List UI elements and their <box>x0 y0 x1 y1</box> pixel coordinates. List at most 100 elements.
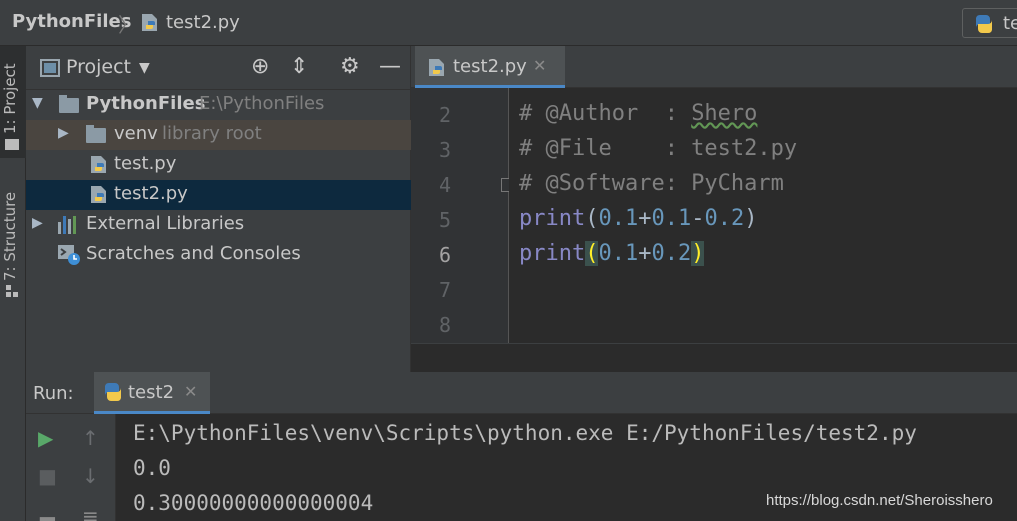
chevron-down-icon[interactable]: ▼ <box>139 60 150 76</box>
operator: + <box>638 206 652 231</box>
close-icon[interactable]: ✕ <box>184 382 197 401</box>
code-line-4: # @Software: PyCharm <box>519 171 784 196</box>
matched-paren: ( <box>585 241 599 266</box>
soft-wrap-icon[interactable]: ≡ <box>82 506 99 521</box>
python-file-icon <box>89 185 109 205</box>
code-line-5: print(0.1+0.1-0.2) <box>519 206 757 231</box>
paren: ) <box>744 206 758 231</box>
number-literal: 0.1 <box>651 206 692 231</box>
library-icon <box>58 216 80 234</box>
paren: ( <box>585 206 599 231</box>
project-view-selector[interactable]: Project <box>66 56 131 78</box>
structure-icon <box>6 285 18 297</box>
arrow-down-icon[interactable]: ↓ <box>82 466 99 486</box>
code-line-2: # @Author : Shero <box>519 101 757 126</box>
console-output-line: 0.30000000000000004 <box>133 491 374 515</box>
tree-item-label: PythonFiles <box>86 93 206 114</box>
locate-file-icon[interactable]: ⊕ <box>251 56 269 78</box>
line-number-gutter: 2 3 4 5 6 7 8 <box>411 88 515 343</box>
tree-item-test2-py[interactable]: test2.py <box>26 180 411 210</box>
tree-item-hint: library root <box>162 123 262 144</box>
project-panel: Project ▼ ⊕ ⇕ ⚙ — ▼ PythonFiles E:\Pytho… <box>26 46 411 372</box>
collapsed-arrow-icon[interactable]: ▶ <box>58 125 69 141</box>
stop-icon[interactable]: ■ <box>38 466 57 486</box>
line-number: 8 <box>438 313 451 337</box>
navigation-bar: PythonFiles 〉 test2.py te <box>0 0 1017 46</box>
code-text-area[interactable]: # @Author : Shero # @File : test2.py # @… <box>509 88 1017 343</box>
python-logo-icon <box>105 382 121 402</box>
tab-test2-py[interactable]: test2.py ✕ <box>415 46 565 88</box>
editor-tab-bar: test2.py ✕ <box>411 46 1017 88</box>
line-number: 5 <box>438 208 451 232</box>
author-name: Shero <box>691 101 758 126</box>
number-literal: 0.1 <box>598 241 639 266</box>
line-number: 3 <box>438 138 451 162</box>
gear-icon[interactable]: ⚙ <box>340 56 360 78</box>
tree-item-label: External Libraries <box>86 213 245 234</box>
left-tool-strip: 1: Project 7: Structure <box>0 46 26 521</box>
folder-icon <box>59 95 79 113</box>
tree-item-pythonfiles[interactable]: ▼ PythonFiles E:\PythonFiles <box>26 90 411 120</box>
tree-item-label: venv <box>114 123 158 144</box>
python-logo-icon <box>976 14 992 34</box>
tree-item-external-libraries[interactable]: ▶ External Libraries <box>26 210 411 240</box>
layout-icon[interactable]: ▬ <box>38 509 57 521</box>
breadcrumb-separator: 〉 <box>118 13 138 37</box>
code-editor: test2.py ✕ 2 3 4 5 6 7 8 # @Author : She… <box>411 46 1017 372</box>
tree-item-path: E:\PythonFiles <box>199 93 325 114</box>
number-literal: 0.2 <box>704 206 745 231</box>
matched-paren: ) <box>691 241 705 266</box>
project-panel-header: Project ▼ ⊕ ⇕ ⚙ — <box>26 46 411 90</box>
editor-bottom-area <box>411 343 1017 372</box>
code-line-3: # @File : test2.py <box>519 136 798 161</box>
python-file-icon <box>427 58 447 78</box>
console-command-line: E:\PythonFiles\venv\Scripts\python.exe E… <box>133 421 917 445</box>
arrow-up-icon[interactable]: ↑ <box>82 428 99 448</box>
builtin-print: print <box>519 206 586 231</box>
console-output-line: 0.0 <box>133 456 171 480</box>
hide-panel-icon[interactable]: — <box>379 56 401 78</box>
operator: - <box>691 206 705 231</box>
watermark-text: https://blog.csdn.net/Sheroisshero <box>766 492 993 509</box>
tree-item-label: test.py <box>114 153 177 174</box>
structure-tool-tab[interactable]: 7: Structure <box>0 181 26 301</box>
tree-item-label: Scratches and Consoles <box>86 243 301 264</box>
run-toolbar: ▶ ■ ▬ ↑ ↓ ≡ <box>26 414 116 521</box>
python-file-icon <box>140 13 160 33</box>
tree-item-scratches[interactable]: Scratches and Consoles <box>26 240 411 270</box>
project-tool-label: 1: Project <box>1 63 19 134</box>
run-configuration-selector[interactable]: te <box>962 8 1017 38</box>
line-number: 4 <box>438 173 451 197</box>
tab-label: test2.py <box>453 56 527 77</box>
number-literal: 0.1 <box>598 206 639 231</box>
tree-item-venv[interactable]: ▶ venv library root <box>26 120 411 150</box>
number-literal: 0.2 <box>651 241 692 266</box>
python-file-icon <box>89 155 109 175</box>
builtin-print: print <box>519 241 586 266</box>
operator: + <box>638 241 652 266</box>
line-number: 7 <box>438 278 451 302</box>
run-configuration-label: te <box>1003 13 1017 34</box>
line-number: 2 <box>438 103 451 127</box>
collapsed-arrow-icon[interactable]: ▶ <box>32 215 43 231</box>
tree-item-test-py[interactable]: test.py <box>26 150 411 180</box>
close-icon[interactable]: ✕ <box>533 56 546 75</box>
tree-item-label: test2.py <box>114 183 188 204</box>
scratches-icon <box>58 245 80 265</box>
rerun-icon[interactable]: ▶ <box>38 428 53 448</box>
breadcrumb-project[interactable]: PythonFiles <box>12 11 131 32</box>
project-tool-tab[interactable]: 1: Project <box>0 46 26 158</box>
run-tab-label: test2 <box>128 382 175 403</box>
comment-text: # @Author : <box>519 101 692 126</box>
structure-tool-label: 7: Structure <box>1 191 19 281</box>
breadcrumb-file[interactable]: test2.py <box>166 12 240 33</box>
run-panel-title: Run: <box>33 383 74 404</box>
run-panel-header: Run: test2 ✕ <box>26 372 1017 414</box>
code-line-6: print(0.1+0.2) <box>519 241 705 266</box>
folder-icon <box>86 125 106 143</box>
expanded-arrow-icon[interactable]: ▼ <box>32 95 43 111</box>
current-line-number: 6 <box>438 243 451 267</box>
collapse-all-icon[interactable]: ⇕ <box>290 56 308 78</box>
project-view-icon <box>40 59 60 77</box>
run-tab-test2[interactable]: test2 ✕ <box>94 372 210 414</box>
